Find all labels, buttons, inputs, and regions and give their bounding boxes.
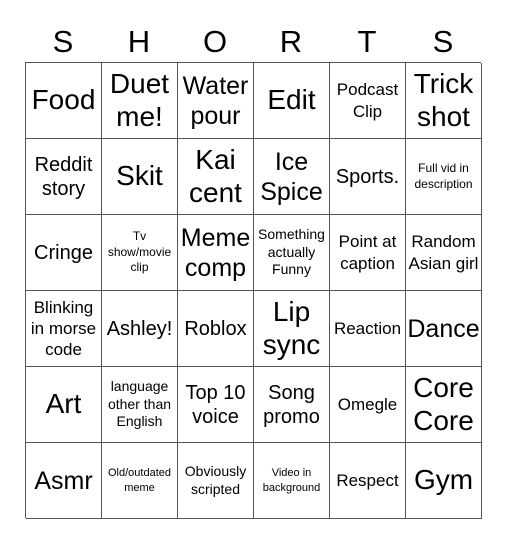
bingo-cell[interactable]: Food bbox=[26, 63, 102, 139]
bingo-cell[interactable]: Roblox bbox=[178, 291, 254, 367]
bingo-cell-label: Dance bbox=[407, 314, 480, 343]
title-letter: R bbox=[279, 24, 303, 59]
bingo-cell-label: Something actually Funny bbox=[258, 226, 325, 278]
bingo-cell[interactable]: Podcast Clip bbox=[330, 63, 406, 139]
bingo-cell[interactable]: Cringe bbox=[26, 215, 102, 291]
bingo-cell-label: Top 10 voice bbox=[185, 381, 246, 428]
title-letter: T bbox=[357, 24, 377, 59]
bingo-cell-label: Asmr bbox=[34, 466, 93, 495]
bingo-cell[interactable]: Reddit story bbox=[26, 139, 102, 215]
bingo-cell-label: Sports. bbox=[335, 165, 400, 188]
bingo-cell[interactable]: Omegle bbox=[330, 367, 406, 443]
bingo-cell-label: Edit bbox=[267, 84, 316, 116]
bingo-cell[interactable]: Gym bbox=[406, 443, 482, 519]
bingo-cell-label: Skit bbox=[116, 160, 163, 192]
bingo-cell-label: Food bbox=[31, 84, 96, 116]
bingo-cell-label: Ice Spice bbox=[260, 147, 323, 206]
bingo-cell[interactable]: Skit bbox=[102, 139, 178, 215]
bingo-cell[interactable]: Old/outdated meme bbox=[102, 443, 178, 519]
bingo-cell-label: Obviously scripted bbox=[184, 463, 247, 497]
bingo-grid: Food Duet me! Water pour Edit Podcast Clip Tr… bbox=[25, 62, 482, 519]
bingo-cell-label: Lip sync bbox=[262, 296, 321, 360]
bingo-cell[interactable]: Respect bbox=[330, 443, 406, 519]
bingo-cell-label: Blinking in morse code bbox=[30, 297, 97, 360]
title-letter: S bbox=[432, 24, 454, 59]
bingo-cell-label: Reddit story bbox=[34, 153, 93, 200]
bingo-cell-label: language other than English bbox=[107, 378, 172, 430]
bingo-cell[interactable]: Water pour bbox=[178, 63, 254, 139]
title-letter: O bbox=[202, 24, 228, 59]
title-letter: S bbox=[52, 24, 74, 59]
bingo-cell-label: Trick shot bbox=[413, 68, 474, 132]
bingo-cell-label: Roblox bbox=[184, 317, 247, 340]
bingo-cell-label: Cringe bbox=[34, 241, 93, 264]
bingo-cell[interactable]: Kai cent bbox=[178, 139, 254, 215]
bingo-cell[interactable]: Tv show/movie clip bbox=[102, 215, 178, 291]
bingo-cell[interactable]: Sports. bbox=[330, 139, 406, 215]
bingo-cell-label: Random Asian girl bbox=[408, 232, 479, 273]
bingo-cell[interactable]: Obviously scripted bbox=[178, 443, 254, 519]
bingo-cell[interactable]: Ashley! bbox=[102, 291, 178, 367]
bingo-cell[interactable]: Trick shot bbox=[406, 63, 482, 139]
bingo-cell[interactable]: Point at caption bbox=[330, 215, 406, 291]
bingo-cell[interactable]: language other than English bbox=[102, 367, 178, 443]
bingo-cell-label: Full vid in description bbox=[414, 160, 473, 191]
bingo-cell-label: Core Core bbox=[413, 372, 474, 436]
bingo-cell[interactable]: Video in background bbox=[254, 443, 330, 519]
bingo-cell[interactable]: Top 10 voice bbox=[178, 367, 254, 443]
bingo-cell-label: Omegle bbox=[337, 394, 398, 414]
bingo-cell-label: Meme comp bbox=[180, 223, 251, 282]
bingo-cell-label: Ashley! bbox=[106, 317, 173, 340]
bingo-cell[interactable]: Lip sync bbox=[254, 291, 330, 367]
title-letter: H bbox=[127, 24, 151, 59]
bingo-cell[interactable]: Song promo bbox=[254, 367, 330, 443]
bingo-cell[interactable]: Full vid in description bbox=[406, 139, 482, 215]
bingo-cell[interactable]: Dance bbox=[406, 291, 482, 367]
bingo-cell-label: Kai cent bbox=[189, 144, 242, 208]
bingo-cell-label: Gym bbox=[413, 464, 474, 496]
bingo-cell[interactable]: Blinking in morse code bbox=[26, 291, 102, 367]
bingo-cell[interactable]: Edit bbox=[254, 63, 330, 139]
bingo-cell[interactable]: Meme comp bbox=[178, 215, 254, 291]
bingo-cell[interactable]: Something actually Funny bbox=[254, 215, 330, 291]
bingo-cell-label: Art bbox=[45, 388, 82, 420]
bingo-cell[interactable]: Art bbox=[26, 367, 102, 443]
bingo-cell[interactable]: Ice Spice bbox=[254, 139, 330, 215]
bingo-cell-label: Old/outdated meme bbox=[108, 466, 171, 494]
bingo-cell-label: Tv show/movie clip bbox=[107, 229, 172, 275]
bingo-cell-label: Water pour bbox=[182, 71, 249, 130]
bingo-cell[interactable]: Asmr bbox=[26, 443, 102, 519]
bingo-cell[interactable]: Random Asian girl bbox=[406, 215, 482, 291]
bingo-cell-label: Video in background bbox=[262, 466, 321, 494]
bingo-cell-label: Point at caption bbox=[338, 232, 397, 273]
bingo-cell-label: Song promo bbox=[263, 381, 320, 428]
bingo-cell-label: Respect bbox=[336, 470, 399, 490]
bingo-cell[interactable]: Reaction bbox=[330, 291, 406, 367]
bingo-cell[interactable]: Core Core bbox=[406, 367, 482, 443]
bingo-cell-label: Duet me! bbox=[109, 68, 170, 132]
bingo-cell-label: Reaction bbox=[333, 318, 402, 338]
bingo-title: S H O R T S bbox=[25, 22, 481, 62]
bingo-cell-label: Podcast Clip bbox=[336, 80, 399, 121]
bingo-cell[interactable]: Duet me! bbox=[102, 63, 178, 139]
